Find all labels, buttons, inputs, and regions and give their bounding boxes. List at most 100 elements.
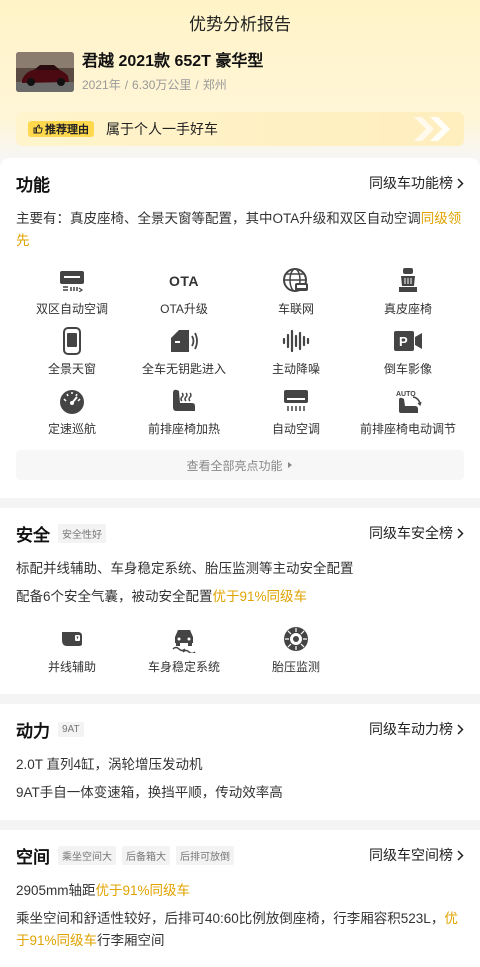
feature-tire-pressure[interactable]: 胎压监测 (240, 624, 352, 684)
power-badge: 9AT (58, 721, 84, 737)
safety-ranking-label: 同级车安全榜 (369, 525, 453, 541)
chevron-right-icon (457, 849, 464, 861)
function-desc-text: 主要有：真皮座椅、全景天窗等配置，其中OTA升级和双区自动空调 (16, 211, 421, 226)
keyless-entry-icon (171, 330, 198, 352)
view-all-features-button[interactable]: 查看全部亮点功能 (16, 450, 464, 480)
function-description: 主要有：真皮座椅、全景天窗等配置，其中OTA升级和双区自动空调同级领先 (16, 208, 464, 252)
feature-seat-heating[interactable]: 前排座椅加热 (128, 386, 240, 446)
chevrons-decoration-icon (414, 117, 450, 141)
feature-dual-zone-ac[interactable]: 双区自动空调 (16, 266, 128, 326)
thumbs-up-icon (33, 124, 43, 134)
car-meta: 2021年/6.30万公里 / 郑州 (82, 76, 263, 93)
power-line-2: 9AT手自一体变速箱，换挡平顺，传动效率高 (16, 785, 283, 800)
feature-label: 自动空调 (271, 422, 320, 436)
safety-line-1: 标配并线辅助、车身稳定系统、胎压监测等主动安全配置 (16, 561, 354, 576)
feature-keyless-entry[interactable]: 全车无钥匙进入 (128, 326, 240, 386)
function-title: 功能 (16, 175, 50, 195)
feature-rear-camera[interactable]: P 倒车影像 (352, 326, 464, 386)
feature-noise-cancel[interactable]: 主动降噪 (240, 326, 352, 386)
function-feature-grid: 双区自动空调 OTA OTA升级 车联网 真皮座椅 全景天窗 全车无钥匙进入 主… (16, 252, 464, 446)
stability-control-icon (172, 630, 196, 653)
car-thumbnail[interactable] (16, 52, 74, 92)
feature-label: 并线辅助 (47, 660, 96, 674)
feature-label: 前排座椅加热 (147, 422, 220, 436)
chevron-right-icon (457, 177, 464, 189)
power-line-1: 2.0T 直列4缸，涡轮增压发动机 (16, 757, 203, 772)
feature-label: 真皮座椅 (383, 302, 432, 316)
safety-line-2-text: 配备6个安全气囊，被动安全配置 (16, 589, 213, 604)
feature-label: 车身稳定系统 (147, 660, 220, 674)
feature-label: 主动降噪 (271, 362, 320, 376)
feature-cruise-control[interactable]: 定速巡航 (16, 386, 128, 446)
function-section: 功能 同级车功能榜 主要有：真皮座椅、全景天窗等配置，其中OTA升级和双区自动空… (0, 158, 480, 498)
space-badge-1: 乘坐空间大 (58, 845, 116, 865)
page-title: 优势分析报告 (189, 14, 291, 34)
leather-seat-icon (399, 268, 417, 292)
car-name: 君越 2021款 652T 豪华型 (82, 53, 264, 70)
cruise-control-icon (60, 390, 84, 414)
feature-label: 全车无钥匙进入 (141, 362, 226, 376)
seat-heating-icon (173, 389, 195, 411)
space-ranking-label: 同级车空间榜 (369, 847, 453, 863)
recommend-reason-banner: 推荐理由 属于个人一手好车 (16, 112, 464, 146)
space-line-2-text: 乘坐空间和舒适性较好，后排可40:60比例放倒座椅，行李厢容积523L， (16, 911, 445, 926)
view-all-features-label: 查看全部亮点功能 (186, 458, 283, 473)
chevron-right-icon (457, 723, 464, 735)
power-section: 动力 9AT 同级车动力榜 2.0T 直列4缸，涡轮增压发动机 9AT手自一体变… (0, 704, 480, 820)
safety-feature-grid: 并线辅助 车身稳定系统 胎压监测 (16, 608, 464, 694)
top-bar: 优势分析报告 (0, 0, 480, 44)
space-badge-3: 后排可放倒 (176, 845, 234, 865)
recommend-reason-text: 属于个人一手好车 (106, 121, 218, 137)
feature-ota[interactable]: OTA OTA升级 (128, 266, 240, 326)
space-line-1-text: 2905mm轴距 (16, 883, 96, 898)
space-badge-2: 后备箱大 (122, 845, 170, 865)
feature-leather-seat[interactable]: 真皮座椅 (352, 266, 464, 326)
power-ranking-link[interactable]: 同级车动力榜 (369, 719, 464, 739)
space-line-1-highlight: 优于91%同级车 (95, 883, 191, 898)
car-summary[interactable]: 君越 2021款 652T 豪华型 2021年/6.30万公里 / 郑州 (0, 44, 480, 100)
feature-stability-control[interactable]: 车身稳定系统 (128, 624, 240, 684)
svg-text:P: P (399, 334, 408, 349)
car-city: 郑州 (202, 78, 227, 92)
feature-label: 全景天窗 (47, 362, 96, 376)
safety-ranking-link[interactable]: 同级车安全榜 (369, 523, 464, 543)
feature-label: 定速巡航 (47, 422, 96, 436)
feature-label: 车联网 (277, 302, 314, 316)
feature-label: OTA升级 (160, 302, 208, 316)
function-ranking-link[interactable]: 同级车功能榜 (369, 173, 464, 193)
feature-power-seat[interactable]: AUTO 前排座椅电动调节 (352, 386, 464, 446)
space-line-2-suffix: 行李厢空间 (97, 933, 165, 948)
car-year: 2021年 (82, 78, 121, 92)
safety-line-2-highlight: 优于91%同级车 (212, 589, 308, 604)
recommend-reason-tag: 推荐理由 (28, 121, 94, 137)
dual-zone-ac-icon (60, 271, 84, 292)
safety-badge: 安全性好 (58, 523, 106, 543)
feature-auto-ac[interactable]: 自动空调 (240, 386, 352, 446)
feature-label: 前排座椅电动调节 (359, 422, 456, 436)
ota-icon: OTA (168, 273, 199, 289)
feature-label: 倒车影像 (383, 362, 432, 376)
feature-label: 胎压监测 (271, 660, 320, 674)
space-ranking-link[interactable]: 同级车空间榜 (369, 845, 464, 865)
feature-connected-car[interactable]: 车联网 (240, 266, 352, 326)
feature-panoramic-sunroof[interactable]: 全景天窗 (16, 326, 128, 386)
feature-lane-change-assist[interactable]: 并线辅助 (16, 624, 128, 684)
space-line-2: 乘坐空间和舒适性较好，后排可40:60比例放倒座椅，行李厢容积523L，优于91… (16, 908, 464, 952)
rear-camera-icon: P (394, 331, 422, 351)
auto-ac-icon (284, 390, 308, 411)
triangle-right-icon (287, 462, 292, 468)
chevron-right-icon (457, 527, 464, 539)
connected-car-icon (283, 268, 308, 292)
power-title: 动力 (16, 721, 50, 741)
panoramic-sunroof-icon (63, 327, 81, 355)
space-section: 空间 乘坐空间大 后备箱大 后排可放倒 同级车空间榜 2905mm轴距优于91%… (0, 830, 480, 967)
separator: / (124, 78, 129, 92)
power-seat-icon: AUTO (396, 391, 422, 413)
safety-title: 安全 (16, 525, 50, 545)
tire-pressure-icon (284, 627, 308, 651)
power-ranking-label: 同级车动力榜 (369, 721, 453, 737)
function-ranking-label: 同级车功能榜 (369, 175, 453, 191)
noise-cancel-icon (282, 329, 310, 353)
space-title: 空间 (16, 847, 50, 867)
safety-line-2: 配备6个安全气囊，被动安全配置优于91%同级车 (16, 586, 464, 608)
